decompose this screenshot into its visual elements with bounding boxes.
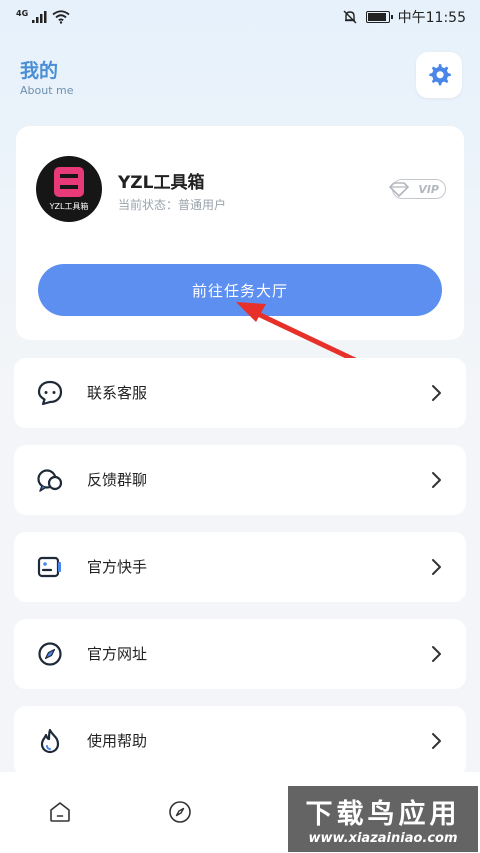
- chevron-right-icon: [432, 472, 441, 488]
- compass-nav-icon[interactable]: [168, 800, 192, 824]
- chevron-right-icon: [432, 385, 441, 401]
- diamond-icon: [389, 182, 409, 197]
- vip-label: VIP: [418, 182, 439, 196]
- menu-item-label: 使用帮助: [87, 732, 148, 750]
- page-subtitle: About me: [20, 84, 74, 97]
- username: YZL工具箱: [118, 173, 205, 193]
- page-title: 我的: [20, 60, 59, 82]
- watermark: 下载鸟应用 www.xiazainiao.com: [288, 786, 478, 852]
- watermark-url: www.xiazainiao.com: [308, 831, 458, 846]
- vip-badge[interactable]: VIP: [389, 179, 446, 199]
- group-chat-icon: [37, 469, 63, 492]
- chat-bubble-icon: [37, 380, 63, 406]
- menu-item-label: 反馈群聊: [87, 471, 148, 489]
- signal-icon: [32, 11, 47, 23]
- video-camera-icon: [37, 556, 61, 578]
- wifi-icon: [52, 10, 70, 24]
- chevron-right-icon: [432, 559, 441, 575]
- task-hall-button[interactable]: 前往任务大厅: [38, 264, 442, 316]
- network-type: 4G: [16, 8, 29, 18]
- avatar[interactable]: YZL工具箱: [36, 156, 102, 222]
- avatar-label: YZL工具箱: [49, 202, 89, 211]
- menu-item-label: 官方快手: [87, 558, 148, 576]
- settings-button[interactable]: [416, 52, 462, 98]
- chevron-right-icon: [432, 733, 441, 749]
- menu-item-contact-service[interactable]: 联系客服: [14, 358, 466, 428]
- profile-card: YZL工具箱 YZL工具箱 当前状态：普通用户 VIP 前往任务大厅: [16, 126, 464, 340]
- compass-icon: [38, 642, 62, 666]
- chevron-right-icon: [432, 646, 441, 662]
- clock: 中午11:55: [397, 10, 466, 26]
- bell-muted-icon: [343, 10, 357, 24]
- menu-item-official-kuaishou[interactable]: 官方快手: [14, 532, 466, 602]
- menu-item-label: 联系客服: [87, 384, 148, 402]
- status-bar: 4G 中午11:55: [0, 0, 480, 34]
- menu-item-feedback-group[interactable]: 反馈群聊: [14, 445, 466, 515]
- watermark-title: 下载鸟应用: [305, 799, 461, 830]
- user-status: 当前状态：普通用户: [118, 198, 227, 212]
- flame-icon: [40, 728, 60, 754]
- menu-item-label: 官方网址: [87, 645, 148, 663]
- battery-icon: [365, 11, 393, 23]
- gear-icon: [429, 64, 451, 86]
- app-logo-icon: [54, 167, 84, 197]
- menu-item-usage-help[interactable]: 使用帮助: [14, 706, 466, 776]
- menu-item-official-website[interactable]: 官方网址: [14, 619, 466, 689]
- home-icon[interactable]: [48, 800, 72, 824]
